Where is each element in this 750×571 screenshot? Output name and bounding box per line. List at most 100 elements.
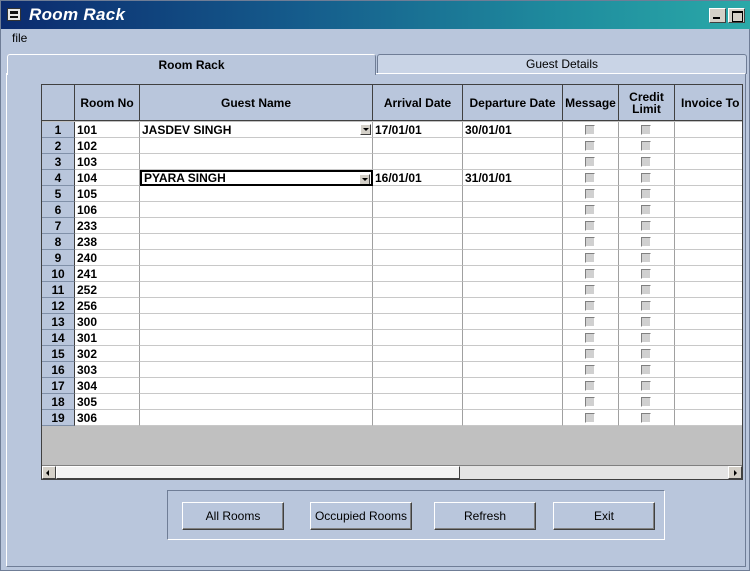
message-cell[interactable] [563, 378, 619, 394]
row-header[interactable]: 14 [42, 330, 75, 346]
message-cell[interactable] [563, 330, 619, 346]
invoice-to-cell[interactable] [675, 170, 742, 186]
invoice-to-cell[interactable] [675, 202, 742, 218]
message-checkbox[interactable] [585, 205, 595, 215]
dropdown-arrow-icon[interactable] [360, 124, 371, 135]
departure-date-cell[interactable]: 30/01/01 [463, 122, 563, 138]
room-no-cell[interactable]: 241 [75, 266, 140, 282]
row-header[interactable]: 16 [42, 362, 75, 378]
arrival-date-cell[interactable] [373, 314, 463, 330]
menu-file[interactable]: file [12, 31, 27, 45]
invoice-to-cell[interactable] [675, 346, 742, 362]
message-checkbox[interactable] [585, 157, 595, 167]
credit-limit-cell[interactable] [619, 186, 675, 202]
credit-limit-cell[interactable] [619, 330, 675, 346]
departure-date-cell[interactable] [463, 202, 563, 218]
message-cell[interactable] [563, 346, 619, 362]
arrival-date-cell[interactable] [373, 266, 463, 282]
guest-name-cell[interactable] [140, 186, 373, 202]
scroll-right-icon[interactable] [728, 466, 742, 479]
credit-limit-cell[interactable] [619, 202, 675, 218]
message-cell[interactable] [563, 362, 619, 378]
room-no-cell[interactable]: 304 [75, 378, 140, 394]
arrival-date-cell[interactable] [373, 330, 463, 346]
guest-name-cell[interactable] [140, 202, 373, 218]
grid-corner[interactable] [42, 85, 75, 121]
message-cell[interactable] [563, 298, 619, 314]
row-header[interactable]: 18 [42, 394, 75, 410]
room-no-cell[interactable]: 240 [75, 250, 140, 266]
guest-name-cell[interactable]: PYARA SINGH [140, 170, 373, 186]
message-cell[interactable] [563, 394, 619, 410]
credit-limit-checkbox[interactable] [641, 317, 651, 327]
credit-limit-cell[interactable] [619, 298, 675, 314]
message-checkbox[interactable] [585, 173, 595, 183]
arrival-date-cell[interactable] [373, 186, 463, 202]
message-checkbox[interactable] [585, 141, 595, 151]
departure-date-cell[interactable] [463, 378, 563, 394]
arrival-date-cell[interactable] [373, 410, 463, 426]
room-grid[interactable]: Room No Guest Name Arrival Date Departur… [41, 84, 743, 480]
message-checkbox[interactable] [585, 285, 595, 295]
guest-name-cell[interactable] [140, 250, 373, 266]
tab-guest-details[interactable]: Guest Details [377, 54, 747, 74]
arrival-date-cell[interactable]: 16/01/01 [373, 170, 463, 186]
guest-name-cell[interactable] [140, 394, 373, 410]
departure-date-cell[interactable] [463, 330, 563, 346]
credit-limit-cell[interactable] [619, 282, 675, 298]
message-checkbox[interactable] [585, 221, 595, 231]
credit-limit-checkbox[interactable] [641, 349, 651, 359]
message-checkbox[interactable] [585, 317, 595, 327]
arrival-date-cell[interactable] [373, 250, 463, 266]
arrival-date-cell[interactable] [373, 234, 463, 250]
room-no-cell[interactable]: 303 [75, 362, 140, 378]
credit-limit-checkbox[interactable] [641, 333, 651, 343]
room-no-cell[interactable]: 233 [75, 218, 140, 234]
arrival-date-cell[interactable] [373, 362, 463, 378]
arrival-date-cell[interactable]: 17/01/01 [373, 122, 463, 138]
message-cell[interactable] [563, 250, 619, 266]
refresh-button[interactable]: Refresh [434, 502, 536, 530]
row-header[interactable]: 17 [42, 378, 75, 394]
invoice-to-cell[interactable] [675, 138, 742, 154]
credit-limit-checkbox[interactable] [641, 413, 651, 423]
maximize-button[interactable] [728, 8, 745, 23]
scroll-left-icon[interactable] [42, 466, 56, 479]
row-header[interactable]: 3 [42, 154, 75, 170]
invoice-to-cell[interactable] [675, 186, 742, 202]
column-header-room-no[interactable]: Room No [75, 85, 140, 121]
column-header-guest-name[interactable]: Guest Name [140, 85, 373, 121]
row-header[interactable]: 1 [42, 122, 75, 138]
invoice-to-cell[interactable] [675, 330, 742, 346]
departure-date-cell[interactable] [463, 138, 563, 154]
credit-limit-cell[interactable] [619, 138, 675, 154]
row-header[interactable]: 10 [42, 266, 75, 282]
room-no-cell[interactable]: 103 [75, 154, 140, 170]
message-cell[interactable] [563, 410, 619, 426]
credit-limit-checkbox[interactable] [641, 125, 651, 135]
message-checkbox[interactable] [585, 125, 595, 135]
invoice-to-cell[interactable] [675, 218, 742, 234]
room-no-cell[interactable]: 238 [75, 234, 140, 250]
room-no-cell[interactable]: 301 [75, 330, 140, 346]
invoice-to-cell[interactable] [675, 122, 742, 138]
row-header[interactable]: 11 [42, 282, 75, 298]
guest-name-cell[interactable] [140, 410, 373, 426]
departure-date-cell[interactable] [463, 346, 563, 362]
invoice-to-cell[interactable] [675, 266, 742, 282]
guest-name-cell[interactable] [140, 362, 373, 378]
column-header-arrival-date[interactable]: Arrival Date [373, 85, 463, 121]
message-cell[interactable] [563, 266, 619, 282]
message-cell[interactable] [563, 122, 619, 138]
row-header[interactable]: 15 [42, 346, 75, 362]
departure-date-cell[interactable] [463, 410, 563, 426]
credit-limit-cell[interactable] [619, 122, 675, 138]
credit-limit-cell[interactable] [619, 314, 675, 330]
invoice-to-cell[interactable] [675, 282, 742, 298]
departure-date-cell[interactable] [463, 266, 563, 282]
credit-limit-cell[interactable] [619, 410, 675, 426]
departure-date-cell[interactable] [463, 394, 563, 410]
guest-name-cell[interactable]: JASDEV SINGH [140, 122, 373, 138]
tab-room-rack[interactable]: Room Rack [7, 54, 376, 75]
guest-name-cell[interactable] [140, 378, 373, 394]
